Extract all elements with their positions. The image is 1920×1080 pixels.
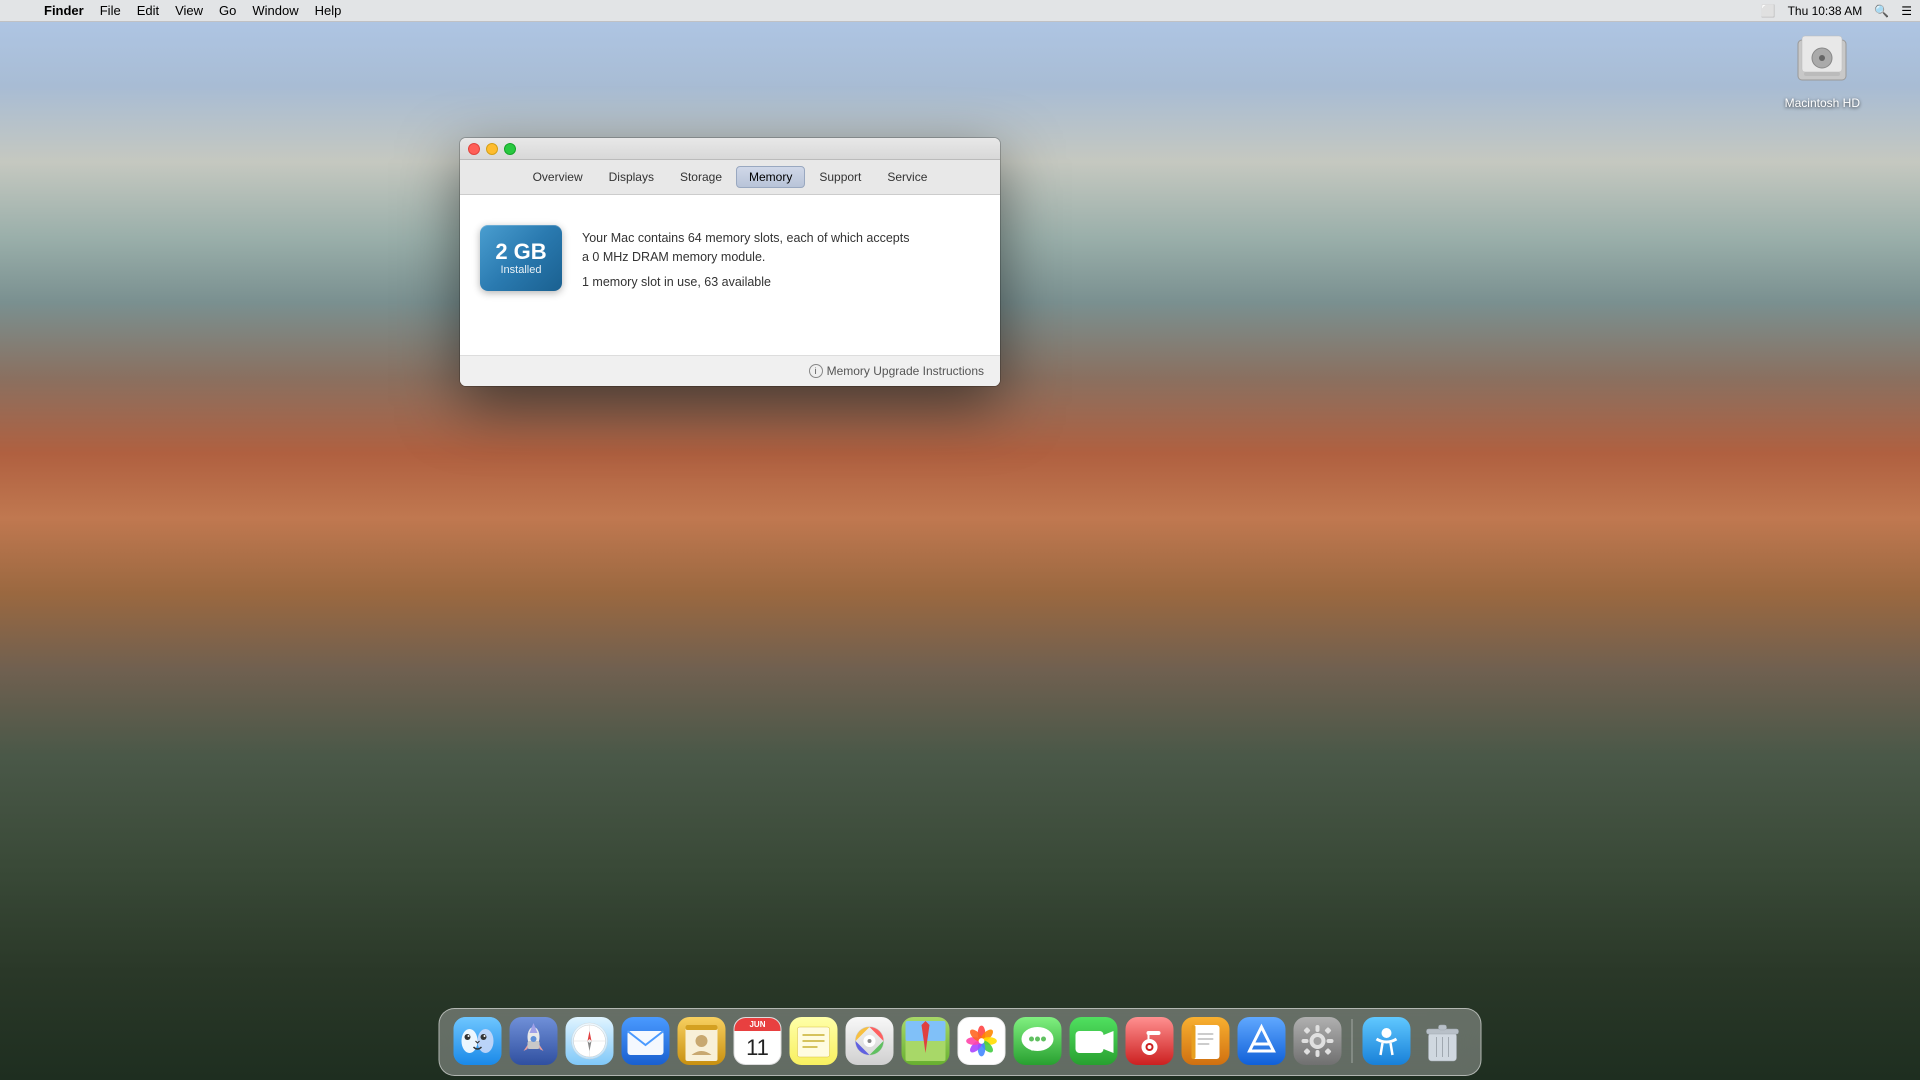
system-info-window: Overview Displays Storage Memory Support… xyxy=(460,138,1000,386)
memory-section: 2 GB Installed Your Mac contains 64 memo… xyxy=(480,215,980,301)
mail-icon xyxy=(622,1017,670,1065)
memory-info: Your Mac contains 64 memory slots, each … xyxy=(582,225,909,289)
dock-item-itunes[interactable] xyxy=(1124,1015,1176,1067)
memory-installed-label: Installed xyxy=(501,264,542,276)
safari-icon xyxy=(566,1017,614,1065)
tab-overview[interactable]: Overview xyxy=(521,167,595,187)
menubar-right: ⬜ Thu 10:38 AM 🔍 ☰ xyxy=(1761,4,1912,18)
window-maximize-button[interactable] xyxy=(504,143,516,155)
window-titlebar xyxy=(460,138,1000,160)
apple-menu[interactable] xyxy=(8,0,24,22)
window-footer: i Memory Upgrade Instructions xyxy=(460,355,1000,386)
itunes-icon xyxy=(1126,1017,1174,1065)
dock-item-appstore[interactable] xyxy=(1236,1015,1288,1067)
memory-description: Your Mac contains 64 memory slots, each … xyxy=(582,229,909,267)
macintosh-hd-icon[interactable]: Macintosh HD xyxy=(1785,28,1860,110)
dock-item-launchpad[interactable] xyxy=(508,1015,560,1067)
search-icon[interactable]: 🔍 xyxy=(1874,4,1889,18)
photos-icon xyxy=(958,1017,1006,1065)
dock-item-messages[interactable] xyxy=(1012,1015,1064,1067)
facetime-icon xyxy=(1070,1017,1118,1065)
trash-icon xyxy=(1419,1017,1467,1065)
dock-item-photos[interactable] xyxy=(956,1015,1008,1067)
dock-item-finder[interactable] xyxy=(452,1015,504,1067)
macintosh-hd-label: Macintosh HD xyxy=(1785,96,1860,110)
info-icon: i xyxy=(809,364,823,378)
reminders-icon xyxy=(846,1017,894,1065)
appstore-icon xyxy=(1238,1017,1286,1065)
dock-item-mail[interactable] xyxy=(620,1015,672,1067)
dock-item-accessibility[interactable] xyxy=(1361,1015,1413,1067)
finder-icon xyxy=(454,1017,502,1065)
launchpad-icon xyxy=(510,1017,558,1065)
app-name[interactable]: Finder xyxy=(36,0,92,22)
notes-icon xyxy=(790,1017,838,1065)
calendar-icon: JUN 11 xyxy=(734,1017,782,1065)
menu-edit[interactable]: Edit xyxy=(129,0,167,22)
memory-upgrade-link[interactable]: i Memory Upgrade Instructions xyxy=(809,364,984,378)
upgrade-link-text: Memory Upgrade Instructions xyxy=(827,364,984,378)
dock-item-ibooks[interactable] xyxy=(1180,1015,1232,1067)
memory-slots-info: 1 memory slot in use, 63 available xyxy=(582,275,909,289)
memory-badge: 2 GB Installed xyxy=(480,225,562,291)
contacts-icon xyxy=(678,1017,726,1065)
dock-item-safari[interactable] xyxy=(564,1015,616,1067)
menu-go[interactable]: Go xyxy=(211,0,244,22)
dock-item-calendar[interactable]: JUN 11 xyxy=(732,1015,784,1067)
window-tabs: Overview Displays Storage Memory Support… xyxy=(460,160,1000,195)
control-strip-icon[interactable]: ☰ xyxy=(1901,4,1912,18)
window-minimize-button[interactable] xyxy=(486,143,498,155)
menubar: Finder File Edit View Go Window Help ⬜ T… xyxy=(0,0,1920,22)
dock: JUN 11 xyxy=(439,1008,1482,1076)
maps-icon xyxy=(902,1017,950,1065)
dock-item-facetime[interactable] xyxy=(1068,1015,1120,1067)
dock-item-notes[interactable] xyxy=(788,1015,840,1067)
menu-window[interactable]: Window xyxy=(244,0,306,22)
accessibility-icon xyxy=(1363,1017,1411,1065)
menu-file[interactable]: File xyxy=(92,0,129,22)
tab-support[interactable]: Support xyxy=(807,167,873,187)
dock-item-maps[interactable] xyxy=(900,1015,952,1067)
dock-item-contacts[interactable] xyxy=(676,1015,728,1067)
window-close-button[interactable] xyxy=(468,143,480,155)
memory-description-line2: a 0 MHz DRAM memory module. xyxy=(582,250,765,264)
dock-separator xyxy=(1352,1019,1353,1063)
menu-help[interactable]: Help xyxy=(307,0,350,22)
memory-size: 2 GB xyxy=(495,240,546,264)
menu-view[interactable]: View xyxy=(167,0,211,22)
tab-displays[interactable]: Displays xyxy=(597,167,666,187)
tab-memory[interactable]: Memory xyxy=(736,166,805,188)
dock-item-sysprefs[interactable] xyxy=(1292,1015,1344,1067)
hd-drive-icon xyxy=(1790,28,1854,92)
window-content: 2 GB Installed Your Mac contains 64 memo… xyxy=(460,195,1000,355)
dock-item-reminders[interactable] xyxy=(844,1015,896,1067)
ibooks-icon xyxy=(1182,1017,1230,1065)
tab-storage[interactable]: Storage xyxy=(668,167,734,187)
memory-description-line1: Your Mac contains 64 memory slots, each … xyxy=(582,231,909,245)
messages-icon xyxy=(1014,1017,1062,1065)
dock-item-trash[interactable] xyxy=(1417,1015,1469,1067)
tab-service[interactable]: Service xyxy=(875,167,939,187)
clock: Thu 10:38 AM xyxy=(1788,4,1863,18)
sysprefs-icon xyxy=(1294,1017,1342,1065)
airplay-icon[interactable]: ⬜ xyxy=(1761,4,1776,18)
